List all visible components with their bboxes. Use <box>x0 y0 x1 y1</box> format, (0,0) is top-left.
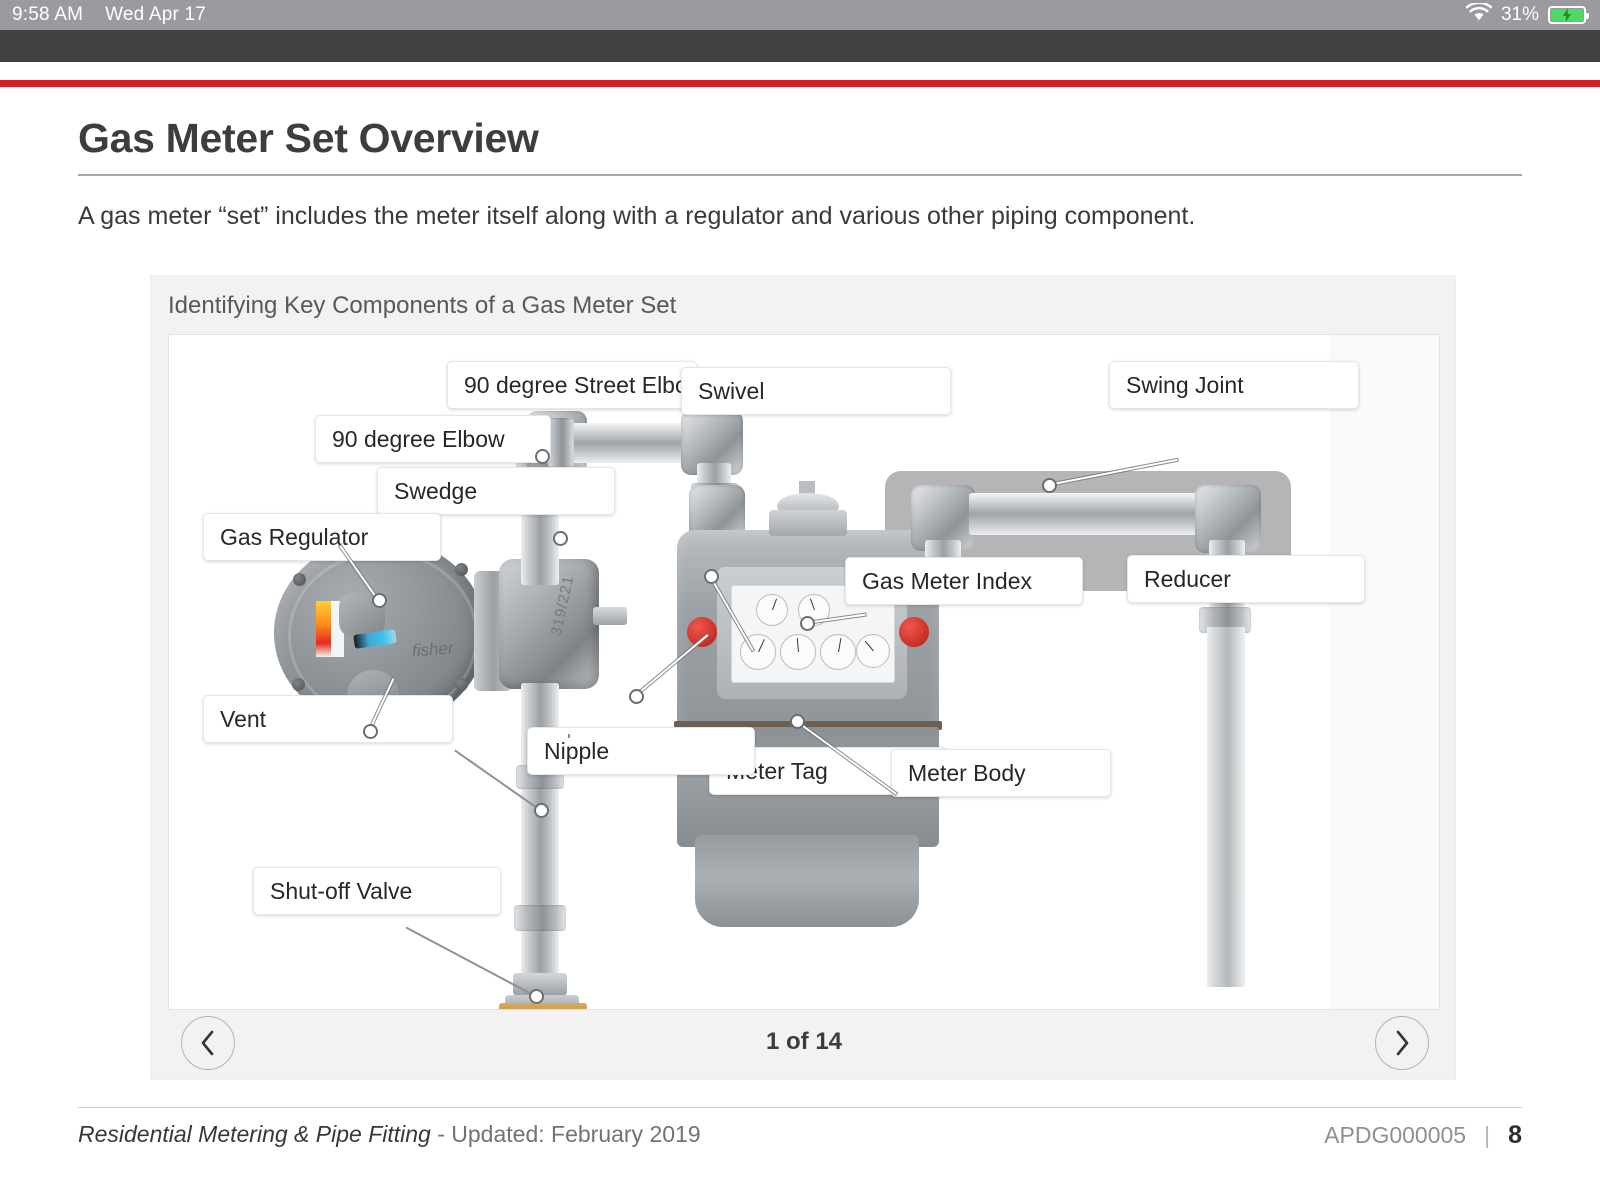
callout-meter-index[interactable]: Gas Meter Index <box>845 557 1083 605</box>
app-chrome-bar <box>0 30 1600 62</box>
intro-paragraph: A gas meter “set” includes the meter its… <box>78 202 1196 230</box>
anchor-swing-joint <box>1042 478 1057 493</box>
interactive-panel: Identifying Key Components of a Gas Mete… <box>150 275 1456 1080</box>
meter-post-pipe <box>1207 627 1245 987</box>
footer-left: Residential Metering & Pipe Fitting - Up… <box>78 1121 701 1148</box>
ios-status-bar: 9:58 AM Wed Apr 17 31% <box>0 0 1600 30</box>
callout-swivel[interactable]: Swivel <box>681 367 951 415</box>
anchor-meter-index <box>800 616 815 631</box>
regulator-brand-script: fisher <box>411 638 455 661</box>
callout-swedge[interactable]: Swedge <box>377 467 615 515</box>
app-page: 9:58 AM Wed Apr 17 31% Gas Meter Set Ove… <box>0 0 1600 1200</box>
footer-document-title: Residential Metering & Pipe Fitting <box>78 1121 431 1147</box>
callout-shutoff-valve[interactable]: Shut-off Valve <box>253 867 501 915</box>
callout-meter-body[interactable]: Meter Body <box>891 749 1111 797</box>
battery-charging-icon <box>1548 6 1589 24</box>
pager-label: 1 of 14 <box>765 1028 843 1055</box>
anchor-street-elbow <box>629 689 644 704</box>
callout-swing-joint[interactable]: Swing Joint <box>1109 361 1359 409</box>
top-run-pipe <box>559 423 699 463</box>
anchor-shutoff-valve <box>529 989 544 1004</box>
status-date: Wed Apr 17 <box>105 4 207 25</box>
wifi-icon <box>1465 1 1493 28</box>
anchor-gas-regulator <box>372 593 387 608</box>
status-time: 9:58 AM <box>12 4 84 25</box>
footer-right: APDG000005 | 8 <box>1324 1121 1522 1150</box>
battery-percent-label: 31% <box>1500 4 1539 25</box>
chevron-right-icon <box>1396 1030 1409 1056</box>
anchor-nipple <box>534 803 549 818</box>
callout-reducer[interactable]: Reducer <box>1127 555 1365 603</box>
meter-cap-right <box>899 617 929 647</box>
swing-joint-photo <box>969 493 1213 535</box>
brand-accent-rule <box>0 80 1600 87</box>
anchor-elbow-90 <box>535 449 550 464</box>
anchor-swivel <box>704 569 719 584</box>
footer-doc-code: APDG000005 <box>1324 1122 1467 1148</box>
gas-meter-set-photo: fisher 319/221 90 degree Street Elbow Sw… <box>169 335 1439 1009</box>
next-slide-button[interactable] <box>1375 1016 1429 1070</box>
footer-divider <box>78 1107 1522 1108</box>
regulator-warning-label <box>316 601 331 657</box>
callout-elbow-90[interactable]: 90 degree Elbow <box>315 415 551 463</box>
title-divider <box>78 174 1522 176</box>
chrome-gap <box>0 62 1600 80</box>
callout-street-elbow[interactable]: 90 degree Street Elbow <box>447 361 704 409</box>
image-stage: fisher 319/221 90 degree Street Elbow Sw… <box>168 334 1440 1010</box>
callout-gas-regulator[interactable]: Gas Regulator <box>203 513 441 561</box>
anchor-vent <box>363 724 378 739</box>
callout-vent[interactable]: Vent <box>203 695 453 743</box>
page-title: Gas Meter Set Overview <box>78 115 539 161</box>
anchor-swedge <box>553 531 568 546</box>
footer-separator: | <box>1484 1122 1491 1148</box>
status-right-cluster: 31% <box>1465 1 1589 28</box>
anchor-meter-body <box>790 714 805 729</box>
footer-updated: - Updated: February 2019 <box>437 1121 701 1147</box>
meter-cap-left <box>687 617 717 647</box>
footer-page-number: 8 <box>1508 1121 1522 1149</box>
page-content: Gas Meter Set Overview A gas meter “set”… <box>0 87 1600 1200</box>
callout-nipple[interactable]: Nipple <box>527 727 755 775</box>
panel-title: Identifying Key Components of a Gas Mete… <box>168 292 677 319</box>
